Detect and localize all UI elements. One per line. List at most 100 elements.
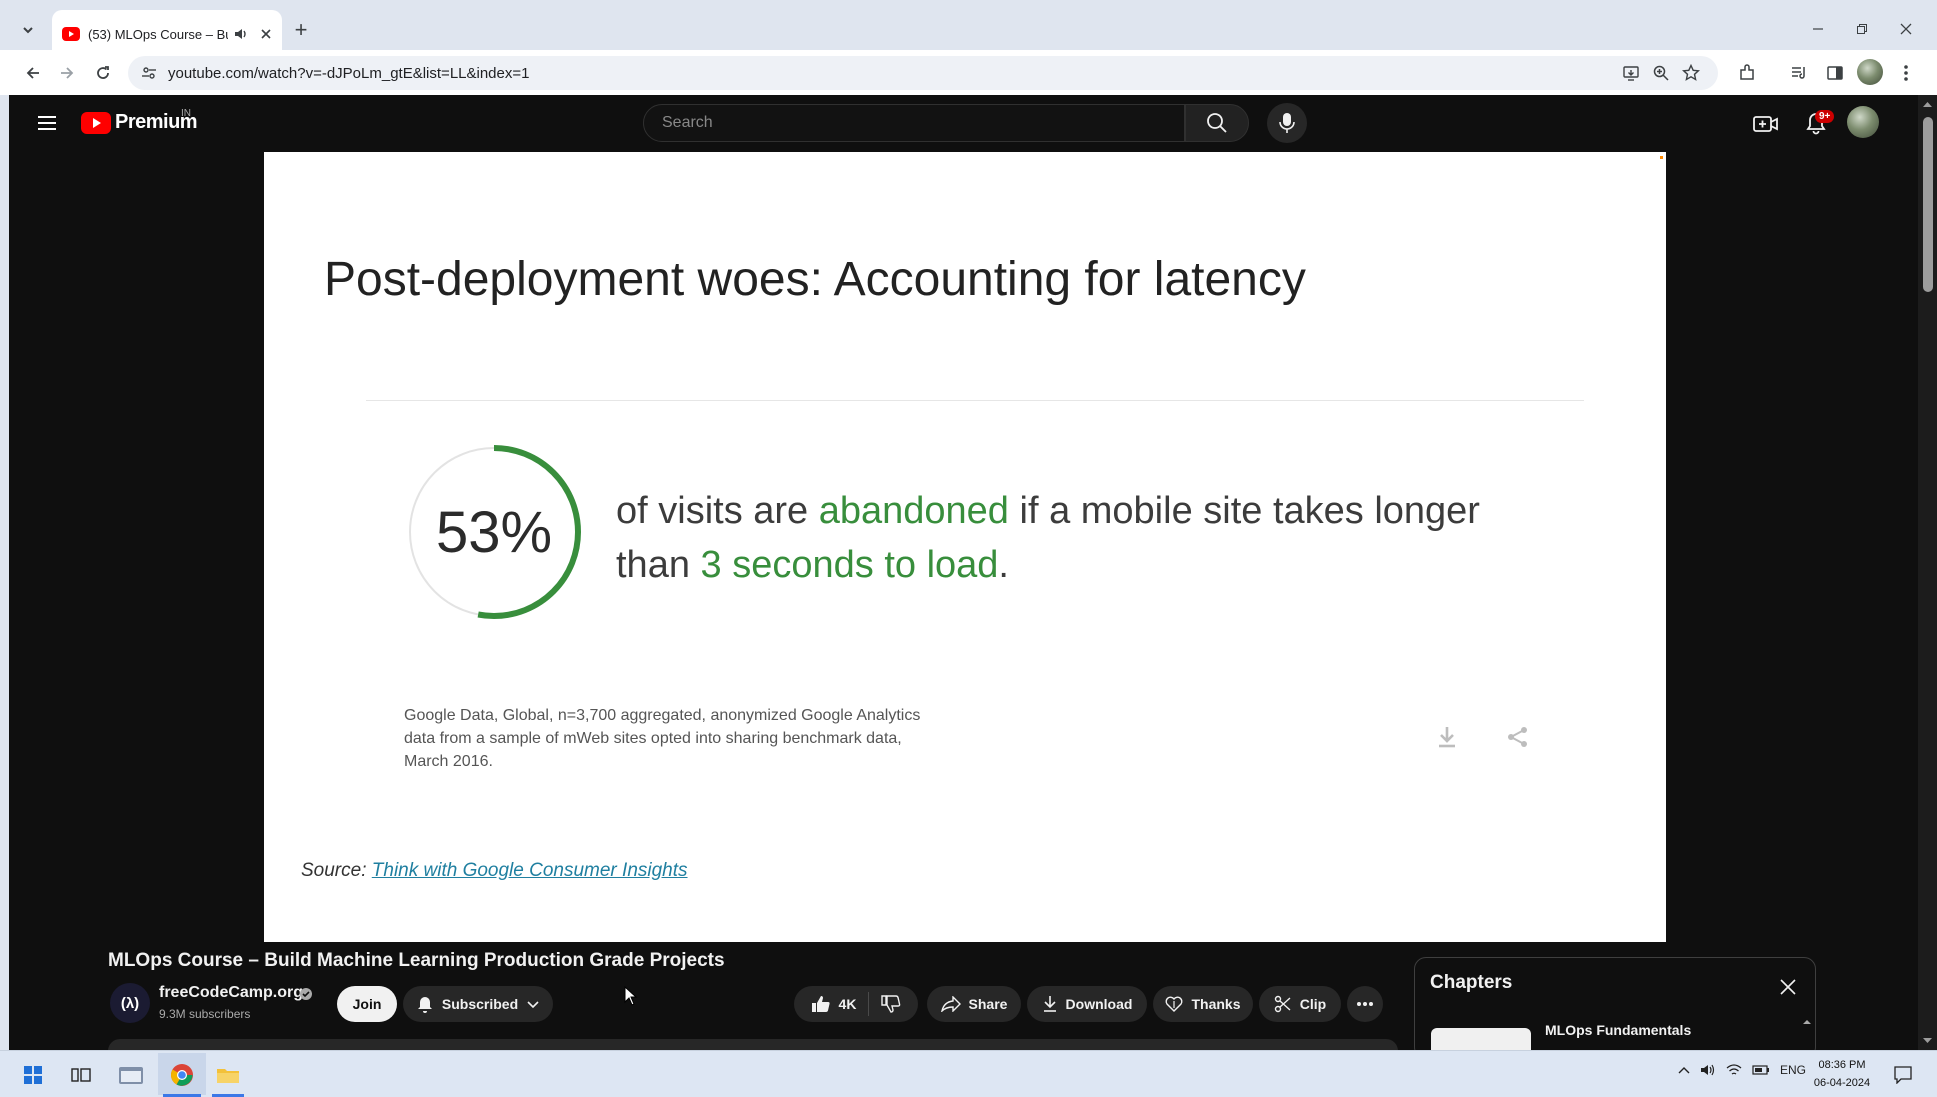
site-info-icon[interactable] <box>138 62 160 84</box>
super-thanks-icon <box>1165 995 1183 1013</box>
video-player[interactable]: Post-deployment woes: Accounting for lat… <box>264 152 1666 942</box>
slide-divider <box>366 400 1584 401</box>
scroll-up-arrow-icon[interactable] <box>1922 100 1933 108</box>
chapters-panel: Chapters MLOps Fundamentals <box>1414 957 1816 1050</box>
progress-indicator <box>1660 156 1663 159</box>
tab-search-button[interactable] <box>12 16 44 44</box>
dislike-button[interactable] <box>869 992 913 1016</box>
close-icon <box>1900 23 1912 35</box>
kebab-menu-icon[interactable] <box>1893 58 1919 88</box>
restore-button[interactable] <box>1842 14 1882 44</box>
new-tab-button[interactable]: + <box>286 16 316 44</box>
taskbar-app-chrome[interactable] <box>161 1057 203 1093</box>
stat-highlight-2: 3 seconds to load <box>700 544 999 586</box>
description-box[interactable] <box>108 1039 1398 1050</box>
taskbar-app-explorer-window[interactable] <box>110 1057 152 1093</box>
youtube-favicon-icon <box>62 27 80 41</box>
scissors-icon <box>1274 995 1292 1013</box>
share-icon <box>1506 725 1530 749</box>
notification-chat-icon <box>1894 1066 1912 1084</box>
channel-avatar[interactable]: (λ) <box>110 983 150 1023</box>
volume-icon[interactable] <box>1700 1063 1716 1077</box>
search-input[interactable] <box>660 113 1164 133</box>
arrow-right-icon <box>59 65 75 81</box>
windows-taskbar: ENG 08:36 PM 06-04-2024 <box>0 1050 1937 1097</box>
more-actions-button[interactable] <box>1347 986 1383 1022</box>
search-box[interactable] <box>643 104 1185 142</box>
chapter-thumbnail[interactable] <box>1431 1028 1531 1050</box>
guide-menu-button[interactable] <box>31 109 63 137</box>
side-panel-icon[interactable] <box>1820 58 1850 88</box>
channel-name[interactable]: freeCodeCamp.org <box>159 984 303 1002</box>
youtube-play-icon <box>81 111 111 134</box>
clip-label: Clip <box>1299 996 1327 1012</box>
minimize-button[interactable] <box>1798 14 1838 44</box>
speaker-icon[interactable] <box>234 27 248 41</box>
close-window-button[interactable] <box>1886 14 1926 44</box>
like-button[interactable]: 4K <box>799 992 870 1016</box>
verified-badge-icon <box>299 987 313 1001</box>
download-button[interactable]: Download <box>1027 986 1147 1022</box>
taskbar-app-file-explorer[interactable] <box>207 1057 249 1093</box>
back-button[interactable] <box>18 58 48 88</box>
subscribed-button[interactable]: Subscribed <box>403 986 553 1022</box>
account-avatar[interactable] <box>1847 106 1879 138</box>
youtube-premium-logo[interactable]: Premium <box>81 111 198 134</box>
thanks-label: Thanks <box>1191 996 1241 1012</box>
start-button[interactable] <box>12 1057 54 1093</box>
create-button[interactable] <box>1751 109 1781 139</box>
task-view-button[interactable] <box>60 1057 102 1093</box>
clock-date: 06-04-2024 <box>1813 1077 1871 1089</box>
close-icon[interactable] <box>260 28 272 40</box>
address-bar[interactable]: youtube.com/watch?v=-dJPoLm_gtE&list=LL&… <box>128 56 1718 90</box>
like-dislike-group: 4K <box>794 986 918 1022</box>
chevron-down-icon <box>526 997 540 1011</box>
share-button[interactable]: Share <box>927 986 1021 1022</box>
zoom-icon[interactable] <box>1650 62 1672 84</box>
scroll-down-arrow-icon[interactable] <box>1922 1037 1933 1045</box>
microphone-icon <box>1279 112 1295 134</box>
install-app-icon[interactable] <box>1620 62 1642 84</box>
clip-button[interactable]: Clip <box>1259 986 1341 1022</box>
youtube-page: Premium IN Search 9+ Post-deployment woe… <box>9 95 1937 1050</box>
search-icon <box>1206 112 1228 134</box>
language-indicator[interactable]: ENG <box>1780 1063 1806 1077</box>
action-center-button[interactable] <box>1882 1057 1924 1093</box>
url-text: youtube.com/watch?v=-dJPoLm_gtE&list=LL&… <box>168 64 530 82</box>
download-label: Download <box>1065 996 1133 1012</box>
source-link[interactable]: Think with Google Consumer Insights <box>372 860 688 881</box>
thanks-button[interactable]: Thanks <box>1153 986 1253 1022</box>
wifi-icon[interactable] <box>1726 1063 1742 1077</box>
scroll-up-arrow-icon[interactable] <box>1801 1016 1813 1050</box>
slide-title: Post-deployment woes: Accounting for lat… <box>324 253 1306 306</box>
bookmark-star-icon[interactable] <box>1680 62 1702 84</box>
folder-icon <box>216 1065 240 1085</box>
window-app-icon <box>118 1064 144 1086</box>
like-count: 4K <box>838 996 857 1012</box>
taskbar-clock[interactable]: 08:36 PM 06-04-2024 <box>1812 1056 1872 1092</box>
system-tray: ENG <box>1678 1063 1806 1077</box>
share-label: Share <box>968 996 1008 1012</box>
close-chapters-button[interactable] <box>1773 972 1803 1002</box>
scrollbar-thumb[interactable] <box>1923 117 1933 292</box>
profile-avatar[interactable] <box>1857 59 1883 85</box>
voice-search-button[interactable] <box>1267 103 1307 143</box>
chapter-item[interactable]: MLOps Fundamentals <box>1545 1022 1691 1038</box>
tab-title: (53) MLOps Course – Build <box>88 26 228 42</box>
video-title: MLOps Course – Build Machine Learning Pr… <box>108 950 725 971</box>
chevron-up-icon[interactable] <box>1678 1065 1690 1075</box>
mouse-cursor-icon <box>624 986 638 1006</box>
battery-icon[interactable] <box>1752 1064 1770 1076</box>
page-scrollbar[interactable] <box>1918 95 1937 1050</box>
forward-button[interactable] <box>52 58 82 88</box>
chapters-title: Chapters <box>1430 972 1513 993</box>
reload-button[interactable] <box>88 58 118 88</box>
stat-highlight-1: abandoned <box>818 490 1009 532</box>
slide-source: Source: Think with Google Consumer Insig… <box>301 860 688 882</box>
close-icon <box>1779 978 1797 996</box>
video-camera-plus-icon <box>1753 114 1779 134</box>
media-control-icon[interactable] <box>1784 58 1814 88</box>
search-button[interactable] <box>1185 104 1249 142</box>
join-button[interactable]: Join <box>337 986 397 1022</box>
extensions-icon[interactable] <box>1732 58 1762 88</box>
